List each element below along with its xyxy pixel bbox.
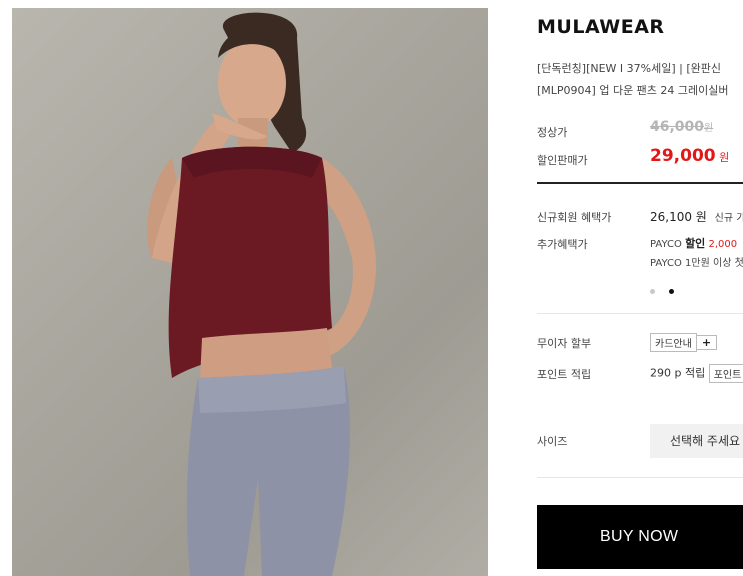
sale-price: 29,000 원 [650,146,729,166]
brand-title: MULAWEAR [537,16,665,38]
sale-price-value: 29,000 [650,146,716,166]
carousel-dot-2[interactable] [669,289,675,294]
new-member-price: 26,100 원 신규 가 [650,208,743,225]
payco-discount: 할인 [685,237,706,250]
extra-benefit-label: 추가혜택가 [537,238,588,251]
sale-price-label: 할인판매가 [537,154,588,167]
sale-price-unit: 원 [719,151,730,164]
card-info-button[interactable]: 카드안내 [650,333,697,352]
product-name-line-2: [MLP0904] 업 다운 팬츠 24 그레이실버 [537,84,729,97]
regular-price-unit: 원 [704,123,714,134]
points-value: 290 p 적립 [650,366,706,380]
carousel-dot-1[interactable] [650,289,655,294]
regular-price-label: 정상가 [537,126,568,139]
payco-benefit-line-2: PAYCO 1만원 이상 첫 [650,258,743,269]
payco-amount: 2,000 [708,239,738,250]
payco-prefix: PAYCO [650,239,682,250]
size-divider [537,477,743,478]
buy-now-button[interactable]: BUY NOW [537,505,743,569]
size-select[interactable]: 선택해 주세요 [650,424,743,458]
benefit-carousel-dots [650,281,683,300]
new-member-note: 신규 가 [714,213,743,224]
regular-price-value: 46,000 [650,119,705,135]
new-member-value: 26,100 원 [650,210,707,224]
installment-controls: 카드안내 + [650,333,718,352]
card-info-plus-button[interactable]: + [696,335,718,350]
points-label: 포인트 적립 [537,368,592,381]
points-button[interactable]: 포인트 [708,364,743,383]
model-photo [147,12,376,576]
regular-price: 46,000원 [650,119,713,135]
product-image[interactable] [12,8,488,576]
price-divider [537,182,743,184]
benefit-divider [537,313,743,314]
new-member-label: 신규회원 혜택가 [537,211,612,224]
product-name-line-1: [단독런칭][NEW I 37%세일] | [완판신 [537,62,721,75]
payco-benefit-line-1: PAYCO 할인 2,000 [650,235,737,251]
installment-label: 무이자 할부 [537,337,592,350]
product-info-panel: MULAWEAR [단독런칭][NEW I 37%세일] | [완판신 [MLP… [537,0,743,576]
points-row: 290 p 적립 포인트 [650,364,743,383]
size-label: 사이즈 [537,435,568,448]
